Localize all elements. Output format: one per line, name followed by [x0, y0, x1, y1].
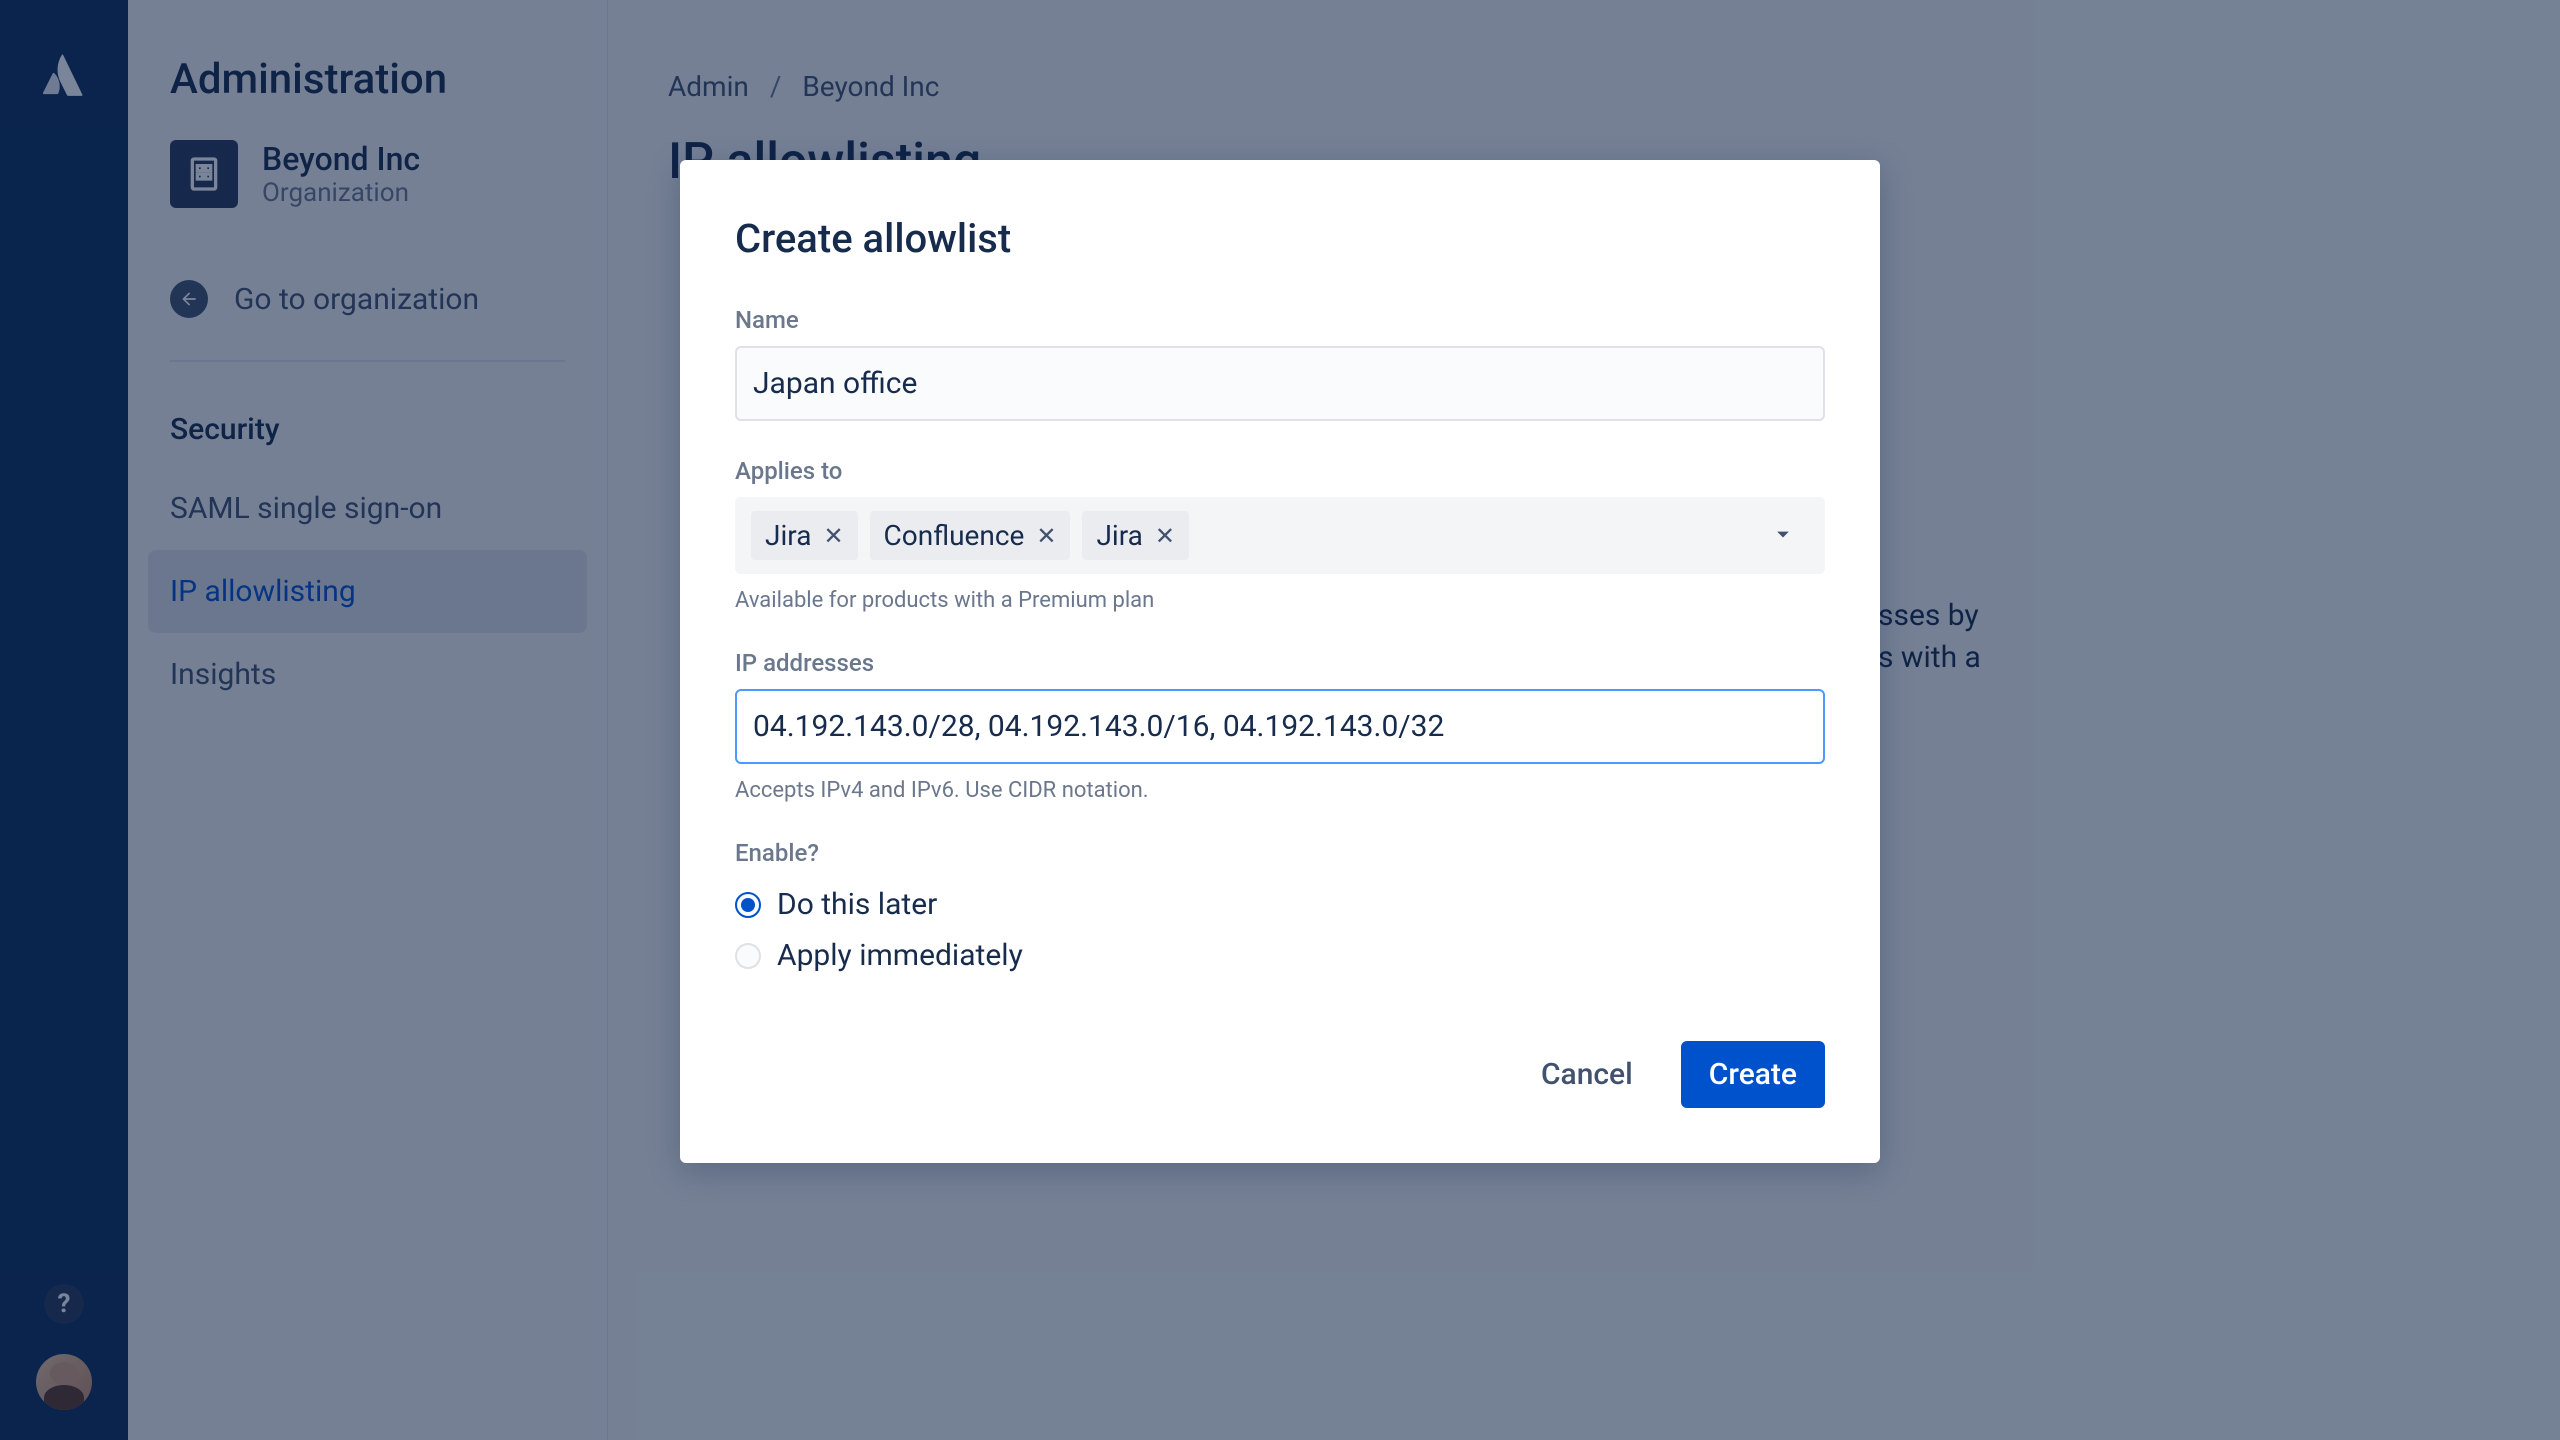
ip-help: Accepts IPv4 and IPv6. Use CIDR notation…	[735, 778, 1825, 803]
radio-icon	[735, 892, 761, 918]
radio-label: Do this later	[777, 887, 937, 922]
radio-label: Apply immediately	[777, 938, 1023, 973]
product-tag: Jira ✕	[1082, 511, 1189, 560]
tag-label: Jira	[765, 519, 811, 552]
name-label: Name	[735, 306, 1825, 334]
tag-label: Jira	[1096, 519, 1142, 552]
chevron-down-icon[interactable]	[1769, 520, 1797, 552]
radio-apply-immediately[interactable]: Apply immediately	[735, 930, 1825, 981]
applies-to-select[interactable]: Jira ✕ Confluence ✕ Jira ✕	[735, 497, 1825, 574]
close-icon[interactable]: ✕	[823, 522, 843, 550]
cancel-button[interactable]: Cancel	[1513, 1041, 1661, 1108]
radio-do-this-later[interactable]: Do this later	[735, 879, 1825, 930]
create-button[interactable]: Create	[1681, 1041, 1825, 1108]
modal-title: Create allowlist	[735, 215, 1825, 262]
ip-addresses-label: IP addresses	[735, 649, 1825, 677]
modal-footer: Cancel Create	[735, 1041, 1825, 1108]
product-tag: Confluence ✕	[870, 511, 1071, 560]
modal-overlay: Create allowlist Name Applies to Jira ✕ …	[0, 0, 2560, 1440]
applies-to-help: Available for products with a Premium pl…	[735, 588, 1825, 613]
product-tag: Jira ✕	[751, 511, 858, 560]
name-input[interactable]	[735, 346, 1825, 421]
close-icon[interactable]: ✕	[1155, 522, 1175, 550]
enable-label: Enable?	[735, 839, 1825, 867]
create-allowlist-modal: Create allowlist Name Applies to Jira ✕ …	[680, 160, 1880, 1163]
tag-label: Confluence	[884, 519, 1025, 552]
applies-to-label: Applies to	[735, 457, 1825, 485]
radio-icon	[735, 943, 761, 969]
ip-addresses-input[interactable]	[735, 689, 1825, 764]
close-icon[interactable]: ✕	[1036, 522, 1056, 550]
enable-radio-group: Do this later Apply immediately	[735, 879, 1825, 981]
